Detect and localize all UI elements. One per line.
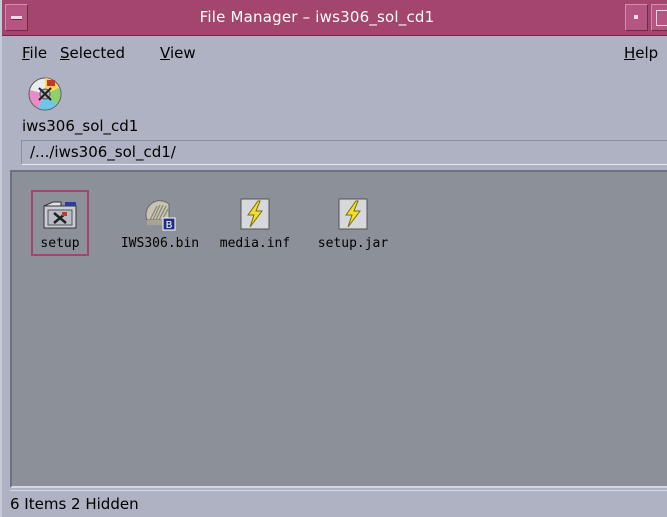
status-text: 6 Items 2 Hidden (10, 495, 139, 513)
file-item-media-inf[interactable]: media.inf (210, 172, 300, 252)
menu-help-mnemonic: H (624, 44, 636, 62)
menu-bar: File Selected View Help (2, 37, 667, 70)
title-bar[interactable]: File Manager – iws306_sol_cd1 (2, 0, 667, 36)
window-title: File Manager – iws306_sol_cd1 (199, 8, 435, 26)
status-bar: 6 Items 2 Hidden (10, 490, 667, 517)
file-manager-window: File Manager – iws306_sol_cd1 File Selec… (0, 0, 667, 517)
current-folder-name: iws306_sol_cd1 (22, 117, 139, 135)
menu-selected[interactable]: Selected (60, 37, 125, 70)
menu-help-rest: elp (635, 44, 659, 62)
binary-file-icon: B (141, 196, 179, 232)
menu-file-rest: ile (29, 44, 48, 62)
data-file-icon (236, 196, 274, 232)
file-label: media.inf (219, 236, 291, 251)
cdrom-icon[interactable] (26, 75, 64, 113)
menu-view[interactable]: View (160, 37, 196, 70)
data-file-icon (334, 196, 372, 232)
file-view-area[interactable]: setup B IWS306.bin media.inf setup.jar (10, 170, 667, 488)
file-item-setup-jar[interactable]: setup.jar (308, 172, 398, 252)
maximize-button[interactable] (651, 4, 667, 31)
file-item-setup[interactable]: setup (15, 172, 105, 252)
menu-view-mnemonic: V (160, 44, 170, 62)
folder-icon (41, 196, 79, 232)
path-field[interactable]: /.../iws306_sol_cd1/ (21, 140, 667, 165)
window-menu-button[interactable] (5, 4, 28, 31)
file-label: setup.jar (317, 236, 389, 251)
menu-file-mnemonic: F (22, 44, 30, 62)
file-label: setup (40, 236, 80, 251)
menu-file[interactable]: File (22, 37, 47, 70)
menu-help[interactable]: Help (624, 37, 658, 70)
svg-text:B: B (166, 220, 173, 231)
file-item-iws306-bin[interactable]: B IWS306.bin (115, 172, 205, 252)
path-text: /.../iws306_sol_cd1/ (30, 143, 176, 161)
menu-selected-rest: elected (69, 44, 126, 62)
file-label: IWS306.bin (120, 236, 200, 251)
menu-view-rest: iew (169, 44, 196, 62)
menu-selected-mnemonic: S (60, 44, 70, 62)
minimize-button[interactable] (625, 4, 648, 31)
